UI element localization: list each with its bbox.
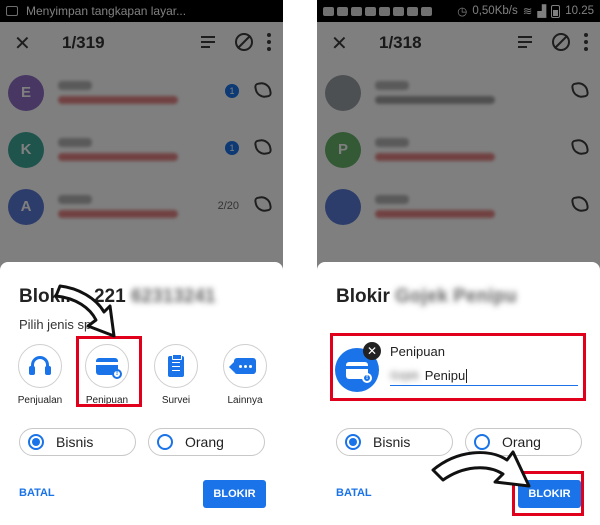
category-sales[interactable]: Penjualan — [10, 344, 70, 406]
block-button[interactable]: BLOKIR — [518, 480, 581, 508]
category-label: Penipuan — [390, 344, 445, 359]
right-screenshot: ◷ 0,50Kb/s ≋ ▟ 10.25 ✕ 1/318 P — [317, 0, 600, 525]
dialog-title: Blokir Gojek Penipu — [336, 286, 517, 307]
radio-person[interactable]: Orang — [148, 428, 265, 456]
radio-business[interactable]: Bisnis — [336, 428, 453, 456]
block-dialog: Blokir 221 62313241 Pilih jenis sp Penju… — [0, 262, 283, 525]
credit-card-alert-icon: ! — [96, 357, 122, 379]
credit-card-alert-icon: ! — [346, 361, 372, 383]
radio-checked-icon — [345, 434, 361, 450]
cancel-button[interactable]: BATAL — [336, 487, 372, 499]
headset-icon — [29, 356, 51, 376]
block-dialog: Blokir Gojek Penipu ! ✕ Penipuan Gojek P… — [317, 262, 600, 525]
block-button[interactable]: BLOKIR — [203, 480, 266, 508]
radio-business[interactable]: Bisnis — [19, 428, 136, 456]
name-input[interactable]: Gojek Penipu — [390, 366, 578, 386]
cancel-button[interactable]: BATAL — [19, 487, 55, 499]
remove-category-icon[interactable]: ✕ — [363, 342, 381, 360]
chat-dots-icon — [229, 358, 256, 374]
radio-person[interactable]: Orang — [465, 428, 582, 456]
text-caret — [466, 368, 468, 383]
category-scam[interactable]: ! Penipuan — [77, 344, 137, 406]
dialog-title: Blokir 221 62313241 — [19, 286, 216, 307]
dialog-subtitle: Pilih jenis sp — [19, 317, 92, 332]
category-other[interactable]: Lainnya — [215, 344, 275, 406]
radio-unchecked-icon — [474, 434, 490, 450]
category-survey[interactable]: Survei — [146, 344, 206, 406]
radio-checked-icon — [28, 434, 44, 450]
left-screenshot: Menyimpan tangkapan layar... ✕ 1/319 E 1… — [0, 0, 283, 525]
clipboard-icon — [168, 353, 184, 377]
radio-unchecked-icon — [157, 434, 173, 450]
